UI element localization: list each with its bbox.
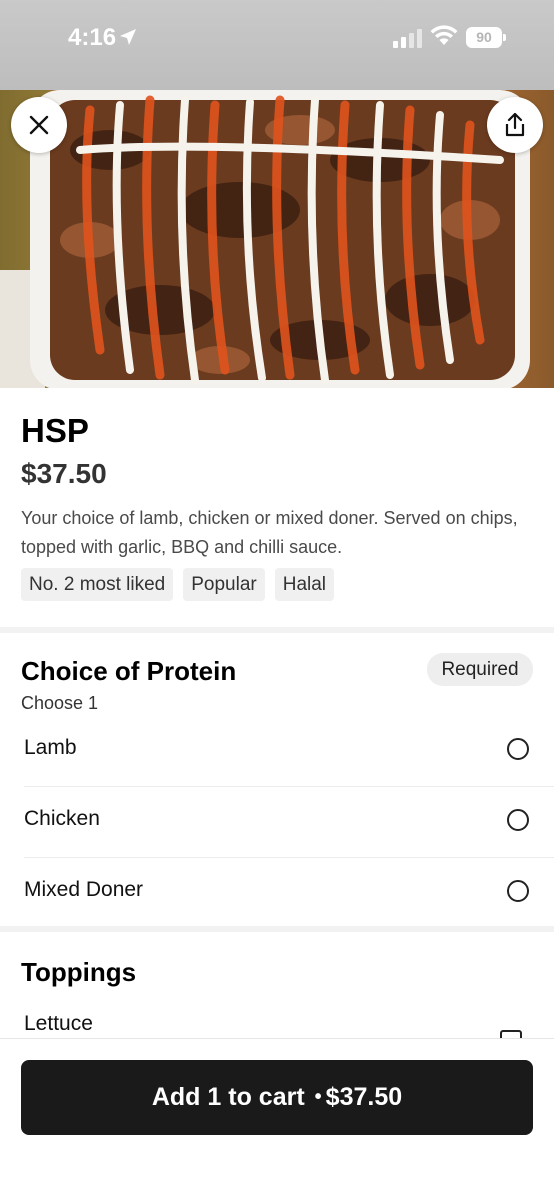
section-divider: [0, 627, 554, 633]
item-price: $37.50: [21, 458, 107, 489]
status-bar: 4:16 90: [0, 0, 554, 90]
option-chicken[interactable]: Chicken: [0, 787, 554, 858]
share-button[interactable]: [487, 97, 543, 153]
option-label: Chicken: [24, 807, 100, 830]
status-time: 4:16: [68, 24, 117, 51]
share-icon: [505, 112, 525, 137]
item-description: Your choice of lamb, chicken or mixed do…: [21, 508, 518, 557]
cart-button-label: Add 1 to cart: [151, 1083, 305, 1111]
tag-popular: Popular: [183, 568, 265, 601]
close-icon: [29, 115, 49, 135]
add-to-cart-button[interactable]: Add 1 to cart • $37.50: [21, 1060, 533, 1135]
hero-image: [0, 90, 554, 388]
cart-separator: •: [314, 1086, 322, 1108]
wifi-icon: [430, 25, 458, 45]
option-label: Mixed Doner: [24, 878, 144, 901]
option-mixed-doner[interactable]: Mixed Doner: [0, 858, 554, 929]
radio-button[interactable]: [507, 880, 529, 902]
radio-button[interactable]: [507, 809, 529, 831]
option-lamb[interactable]: Lamb: [0, 716, 554, 787]
cellular-signal-icon: [393, 29, 422, 48]
item-tags: No. 2 most liked Popular Halal: [21, 568, 335, 601]
item-title: HSP: [21, 412, 89, 449]
close-button[interactable]: [11, 97, 67, 153]
topping-lettuce-label[interactable]: Lettuce: [24, 1012, 93, 1036]
food-photo: [0, 90, 530, 388]
required-badge: Required: [427, 653, 533, 686]
location-arrow-icon: [120, 29, 136, 45]
section-divider: [0, 926, 554, 932]
radio-button[interactable]: [507, 738, 529, 760]
cart-button-price: $37.50: [325, 1083, 403, 1111]
tag-most-liked: No. 2 most liked: [21, 568, 174, 601]
battery-indicator: 90: [466, 27, 506, 48]
tag-halal: Halal: [274, 568, 335, 601]
battery-level: 90: [466, 27, 502, 48]
protein-section-title: Choice of Protein: [21, 656, 237, 686]
protein-section-subtitle: Choose 1: [21, 693, 99, 713]
toppings-section-title: Toppings: [21, 957, 137, 987]
option-label: Lamb: [24, 736, 77, 759]
